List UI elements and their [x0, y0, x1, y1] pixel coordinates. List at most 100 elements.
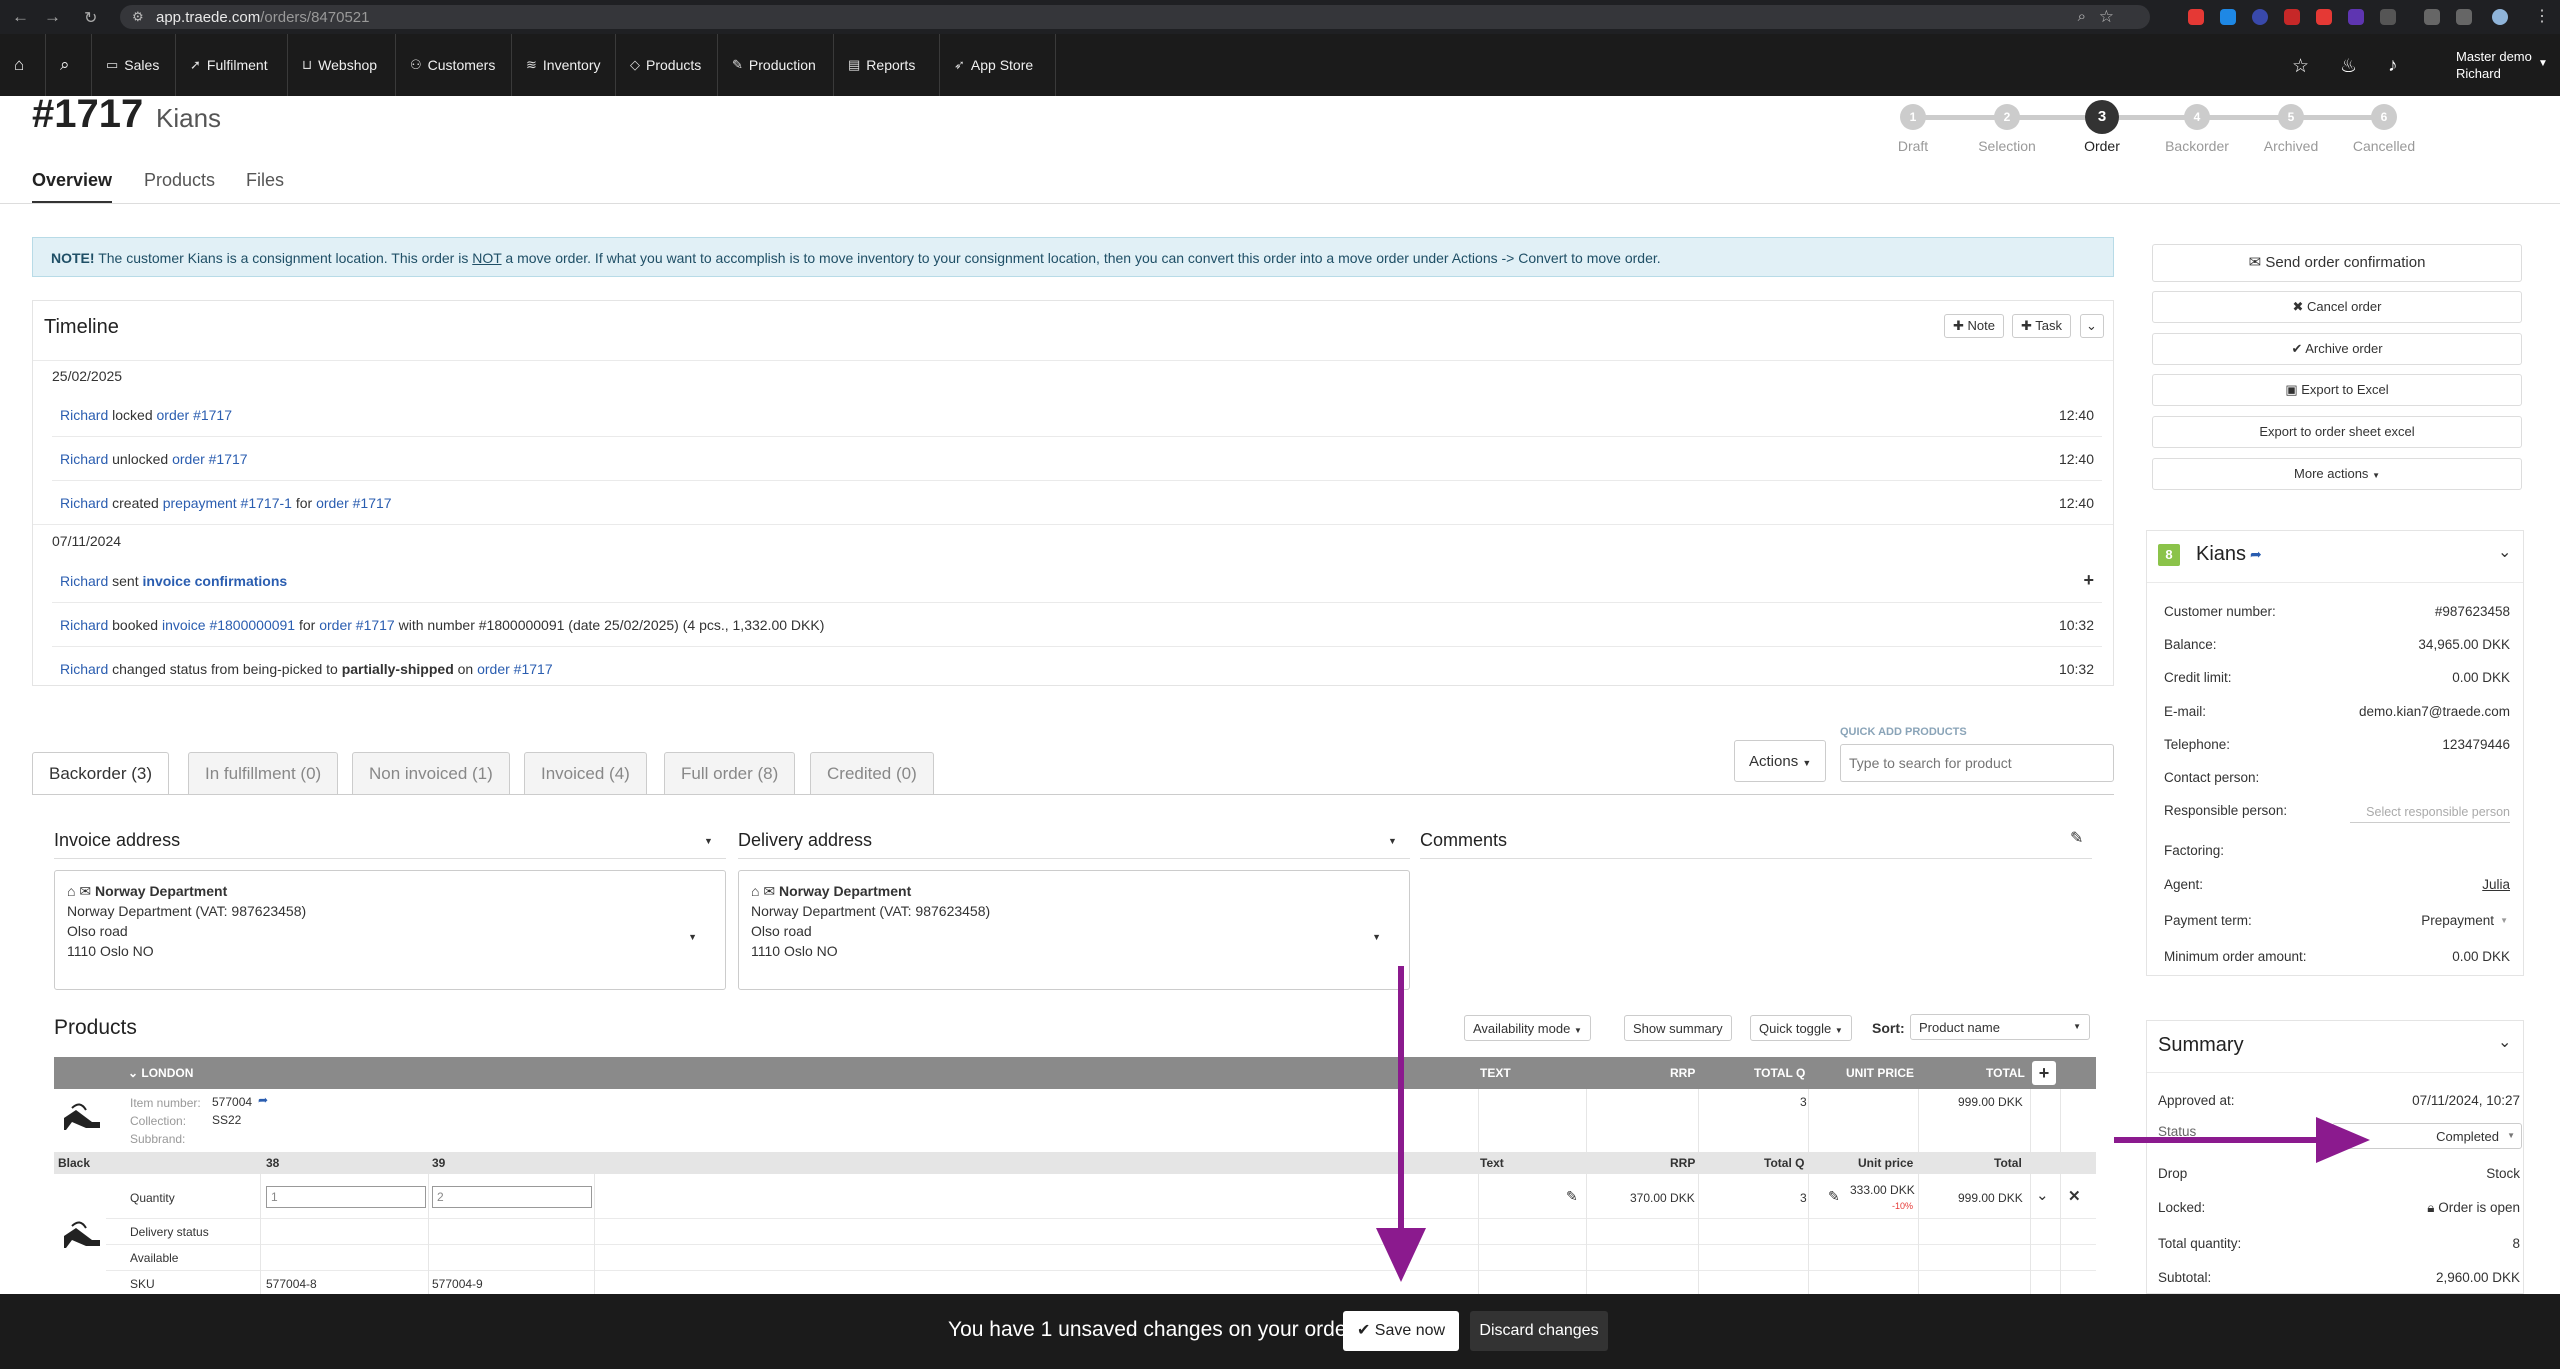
quick-add-product-input[interactable] — [1840, 744, 2114, 782]
timeline-user-link[interactable]: Richard — [60, 451, 108, 467]
quantity-input[interactable] — [266, 1186, 426, 1208]
nav-production[interactable]: ✎ Production — [718, 34, 834, 96]
extension-icon[interactable] — [2348, 9, 2364, 25]
nav-customers[interactable]: ⚇ Customers — [396, 34, 512, 96]
tab-in-fulfillment[interactable]: In fulfillment (0) — [188, 752, 339, 794]
profile-avatar[interactable] — [2492, 9, 2508, 25]
add-note-button[interactable]: ✚ Note — [1944, 314, 2004, 338]
timeline-prepayment-link[interactable]: prepayment #1717-1 — [163, 495, 292, 511]
export-to-excel-button[interactable]: ▣ Export to Excel — [2152, 374, 2522, 406]
search-icon[interactable]: ⌕ — [46, 34, 92, 96]
sort-dropdown[interactable]: Product name ▼ — [1910, 1014, 2090, 1040]
nav-products[interactable]: ◇ Products — [616, 34, 718, 96]
expand-plus-icon[interactable]: + — [2083, 570, 2094, 591]
timeline-invoice-link[interactable]: invoice #1800000091 — [162, 617, 295, 633]
edit-pencil-icon[interactable]: ✎ — [1566, 1188, 1578, 1205]
add-product-button[interactable]: + — [2032, 1061, 2056, 1085]
extension-icon[interactable] — [2316, 9, 2332, 25]
add-task-button[interactable]: ✚ Task — [2012, 314, 2072, 338]
tab-overview[interactable]: Overview — [32, 170, 113, 204]
responsible-person-select[interactable]: Select responsible person — [2366, 805, 2510, 819]
home-icon[interactable]: ⌂ — [0, 34, 46, 96]
invoice-address-box[interactable]: ⌂ ✉ Norway Department Norway Department … — [54, 870, 726, 990]
group-toggle[interactable]: ⌄ LONDON — [128, 1066, 193, 1080]
show-summary-button[interactable]: Show summary — [1624, 1015, 1732, 1041]
edit-pencil-icon[interactable]: ✎ — [2070, 828, 2083, 848]
fire-icon[interactable]: ♨ — [2340, 55, 2357, 78]
availability-mode-dropdown[interactable]: Availability mode ▼ — [1464, 1015, 1591, 1041]
edit-pencil-icon[interactable]: ✎ — [1828, 1188, 1840, 1205]
bookmark-star-icon[interactable]: ☆ — [2099, 7, 2114, 27]
extension-icon[interactable] — [2220, 9, 2236, 25]
star-icon[interactable]: ☆ — [2292, 55, 2309, 78]
tab-non-invoiced[interactable]: Non invoiced (1) — [352, 752, 510, 794]
discard-changes-button[interactable]: Discard changes — [1470, 1311, 1608, 1351]
nav-inventory[interactable]: ≋ Inventory — [512, 34, 616, 96]
caret-down-icon[interactable]: ▼ — [1388, 836, 1397, 846]
timeline-collapse-button[interactable]: ⌄ — [2080, 314, 2104, 338]
archive-order-button[interactable]: ✔ Archive order — [2152, 333, 2522, 365]
zoom-icon[interactable]: ⌕ — [2078, 8, 2086, 25]
agent-link[interactable]: Julia — [2482, 877, 2510, 892]
extension-icon[interactable] — [2252, 9, 2268, 25]
chevron-down-icon[interactable]: ⌄ — [2036, 1186, 2049, 1204]
tab-credited[interactable]: Credited (0) — [810, 752, 934, 794]
timeline-order-link[interactable]: order #1717 — [316, 495, 392, 511]
nav-sales[interactable]: ▭ Sales — [92, 34, 176, 96]
nav-fulfilment[interactable]: ➚ Fulfilment — [176, 34, 288, 96]
customer-name-link[interactable]: Kians — [2196, 543, 2246, 566]
tab-backorder[interactable]: Backorder (3) — [32, 752, 169, 794]
tab-full-order[interactable]: Full order (8) — [664, 752, 796, 794]
extension-icon[interactable] — [2284, 9, 2300, 25]
user-menu[interactable]: Master demo Richard — [2456, 48, 2532, 82]
timeline-order-link[interactable]: order #1717 — [477, 661, 553, 677]
caret-down-icon[interactable]: ▼ — [704, 836, 713, 846]
tab-files[interactable]: Files — [246, 170, 284, 201]
timeline-order-link[interactable]: order #1717 — [157, 407, 233, 423]
bell-icon[interactable]: ♪ — [2388, 55, 2398, 77]
reading-list-icon[interactable] — [2424, 9, 2440, 25]
nav-app-store[interactable]: ➶ App Store — [940, 34, 1056, 96]
extension-icon[interactable] — [2188, 9, 2204, 25]
remove-line-icon[interactable]: ✕ — [2068, 1187, 2081, 1205]
timeline-order-link[interactable]: order #1717 — [319, 617, 395, 633]
tab-products[interactable]: Products — [144, 170, 215, 201]
quick-toggle-dropdown[interactable]: Quick toggle ▼ — [1750, 1015, 1852, 1041]
nav-webshop[interactable]: ⊔ Webshop — [288, 34, 396, 96]
step-label: Backorder — [2165, 138, 2229, 154]
timeline-order-link[interactable]: order #1717 — [172, 451, 248, 467]
timeline-user-link[interactable]: Richard — [60, 495, 108, 511]
share-arrow-icon[interactable]: ➦ — [2250, 546, 2262, 563]
cancel-order-button[interactable]: ✖ Cancel order — [2152, 291, 2522, 323]
address-bar[interactable]: ⚙ app.traede.com/orders/8470521 ⌕ ☆ — [120, 5, 2150, 29]
timeline-user-link[interactable]: Richard — [60, 407, 108, 423]
quantity-input[interactable] — [432, 1186, 592, 1208]
chevron-down-icon[interactable]: ⌄ — [2498, 542, 2511, 562]
back-icon[interactable]: ← — [12, 7, 29, 27]
caret-down-icon: ▼ — [1573, 1026, 1582, 1035]
timeline-invoice-link[interactable]: invoice confirmations — [143, 573, 288, 589]
share-arrow-icon[interactable]: ➦ — [258, 1093, 268, 1107]
caret-down-icon[interactable]: ▼ — [688, 927, 697, 947]
timeline-user-link[interactable]: Richard — [60, 573, 108, 589]
actions-dropdown[interactable]: Actions ▼ — [1734, 740, 1827, 782]
nav-reports[interactable]: ▤ Reports — [834, 34, 940, 96]
site-info-icon[interactable]: ⚙ — [132, 9, 144, 25]
payment-term-select[interactable]: Prepayment — [2421, 913, 2494, 928]
caret-down-icon[interactable]: ▼ — [1372, 927, 1381, 947]
delivery-address-box[interactable]: ⌂ ✉ Norway Department Norway Department … — [738, 870, 1410, 990]
save-now-button[interactable]: ✔ Save now — [1343, 1311, 1459, 1351]
tab-invoiced[interactable]: Invoiced (4) — [524, 752, 647, 794]
timeline-user-link[interactable]: Richard — [60, 617, 108, 633]
send-order-confirmation-button[interactable]: ✉ Send order confirmation — [2152, 244, 2522, 282]
caret-down-icon: ▼ — [2500, 916, 2508, 925]
chevron-down-icon[interactable]: ⌄ — [2498, 1032, 2511, 1052]
reload-icon[interactable]: ↻ — [84, 8, 97, 28]
timeline-user-link[interactable]: Richard — [60, 661, 108, 677]
forward-icon[interactable]: → — [44, 7, 61, 27]
extensions-puzzle-icon[interactable] — [2380, 9, 2396, 25]
sidebar-icon[interactable] — [2456, 9, 2472, 25]
export-order-sheet-button[interactable]: Export to order sheet excel — [2152, 416, 2522, 448]
browser-menu-icon[interactable]: ⋮ — [2534, 6, 2550, 26]
more-actions-dropdown[interactable]: More actions ▼ — [2152, 458, 2522, 490]
